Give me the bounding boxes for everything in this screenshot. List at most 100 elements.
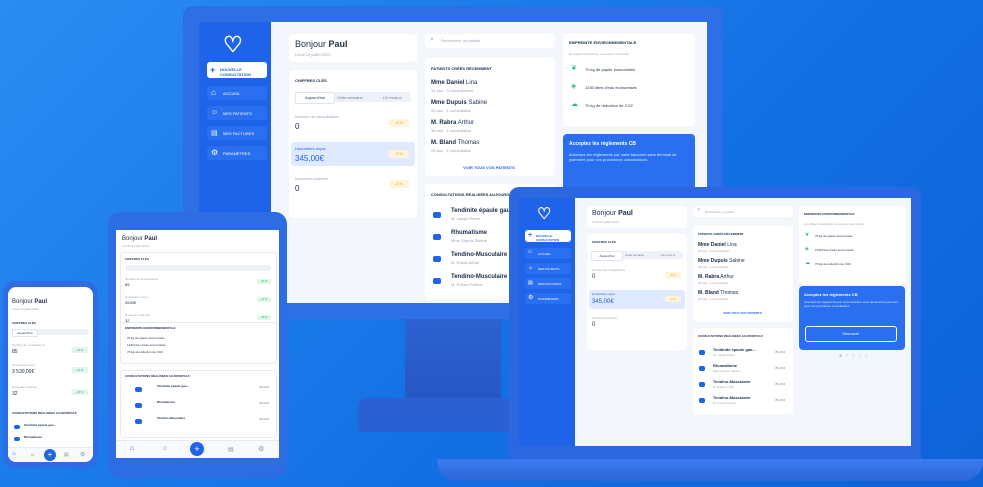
tab-today[interactable]: Aujourd'hui bbox=[12, 329, 38, 337]
stat-badge: +8 % bbox=[72, 347, 88, 353]
key-figures-title: CHIFFRES CLÉS bbox=[295, 78, 327, 83]
patient-item[interactable]: Mme Dupuis Sabine bbox=[431, 100, 487, 106]
plus-icon[interactable]: + bbox=[190, 442, 204, 456]
patient-meta: 38 ans - 1 consultation bbox=[431, 128, 472, 133]
key-figures-card: CHIFFRES CLÉS Aujourd'hui Cette semaine … bbox=[587, 234, 687, 350]
stat-value: 32 bbox=[12, 391, 18, 397]
tablet-bottom-nav: ⌂ ☺ + ▤ ⚙ bbox=[116, 440, 279, 458]
users-icon[interactable]: ☺ bbox=[162, 446, 168, 452]
consultation-icon bbox=[135, 403, 142, 408]
consultation-name[interactable]: Rhumatisme bbox=[451, 230, 487, 236]
recent-patients-title: PATIENTS CRÉÉS RÉCEMMENT bbox=[698, 232, 744, 236]
stat-badge: +8 % bbox=[257, 315, 271, 320]
sidebar-item-patients[interactable]: ☺ MES PATIENTS bbox=[207, 106, 267, 120]
stat-label: Honoraires reçus bbox=[125, 295, 148, 299]
patient-item[interactable]: Mme Daniel Lina bbox=[698, 242, 737, 248]
sidebar-item-patients[interactable]: ☺ MES PATIENTS bbox=[525, 263, 571, 274]
patient-item[interactable]: Mme Daniel Lina bbox=[431, 80, 477, 86]
consultation-name[interactable]: Tendino-Musculaire bbox=[451, 252, 507, 258]
consultation-name[interactable]: Tendino-Musculaire bbox=[451, 274, 507, 280]
patient-meta: 31 ans - 3 consultations bbox=[431, 88, 474, 93]
water-drop-icon: ◈ bbox=[805, 246, 809, 252]
home-icon[interactable]: ⌂ bbox=[130, 445, 134, 452]
key-figures-card: CHIFFRES CLÉS Aujourd'hui Cette semaine … bbox=[289, 70, 417, 218]
consultations-title: CONSULTATIONS RÉALISÉES AUJOURD'HUI bbox=[12, 411, 77, 415]
consultation-name[interactable]: Tendinite épaule gau... bbox=[451, 208, 515, 214]
stat-value: 0 bbox=[592, 274, 596, 280]
patient-item[interactable]: M. Bland Thomas bbox=[698, 290, 738, 296]
consultation-name[interactable]: Tendino-Musculaire bbox=[157, 416, 185, 420]
sidebar-item-home[interactable]: ⌂ ACCUEIL bbox=[207, 86, 267, 100]
consultation-name[interactable]: Rhumatisme bbox=[713, 363, 737, 368]
search-input[interactable]: ⌕ Rechercher un patient bbox=[693, 206, 793, 217]
greeting: Bonjour Paul bbox=[592, 210, 633, 217]
stat-label: Nombre de consultations bbox=[12, 343, 46, 347]
stat-label: Nombre de consultations bbox=[295, 114, 340, 119]
consultations-title: CONSULTATIONS RÉALISÉES AUJOURD'HUI bbox=[125, 374, 190, 378]
search-input[interactable]: ⌕ Rechercher un patient bbox=[425, 34, 555, 48]
leaf-icon: ❦ bbox=[571, 65, 577, 72]
home-icon[interactable]: ⌂ bbox=[12, 451, 16, 457]
sidebar-item-settings[interactable]: ⚙ PARAMÈTRES bbox=[207, 146, 267, 160]
gear-icon: ⚙ bbox=[528, 295, 534, 301]
plus-icon[interactable]: + bbox=[44, 449, 56, 461]
consultation-name[interactable]: Tendino-Musculaire bbox=[713, 395, 750, 400]
consultation-name[interactable]: Rhumatisme bbox=[24, 435, 42, 439]
stat-badge: -4 % bbox=[389, 180, 409, 188]
consultation-name[interactable]: Rhumatisme bbox=[157, 400, 175, 404]
footprint-item: 70 kg de papier économisés bbox=[585, 67, 636, 72]
key-figures-title: CHIFFRES CLÉS bbox=[12, 321, 36, 325]
patient-item[interactable]: Mme Dupuis Sabine bbox=[698, 258, 745, 264]
heart-icon: ♡ bbox=[223, 32, 243, 57]
discover-button[interactable]: Découvrir bbox=[805, 326, 897, 342]
users-icon: ☺ bbox=[528, 265, 534, 271]
tab-month[interactable]: Ce mois-ci bbox=[661, 253, 675, 257]
gear-icon[interactable]: ⚙ bbox=[80, 451, 85, 458]
consultation-name[interactable]: Tendino-Musculaire bbox=[713, 379, 750, 384]
new-consultation-button[interactable]: + NOUVELLE CONSULTATION bbox=[207, 62, 267, 78]
footprint-item: 70 kg de réduction de CO2 bbox=[585, 103, 633, 108]
cb-card-title: Acceptez les règlements CB bbox=[569, 141, 636, 147]
sidebar-item-invoices[interactable]: ▤ MES FACTURES bbox=[207, 126, 267, 140]
new-consultation-button[interactable]: + NOUVELLE CONSULTATION bbox=[525, 230, 571, 242]
carousel-dots[interactable]: ● ○ ○ ○ ○ bbox=[839, 353, 869, 359]
view-all-patients-link[interactable]: VOIR TOUS VOS PATIENTS bbox=[463, 165, 515, 170]
tab-week[interactable]: Cette semaine bbox=[625, 253, 644, 257]
view-all-patients-link[interactable]: VOIR TOUS VOS PATIENTS bbox=[723, 311, 762, 315]
stat-badge: -3 % bbox=[665, 296, 681, 302]
stat-value: 345,00€ bbox=[592, 299, 614, 305]
stat-label: Nouveaux patients bbox=[12, 385, 37, 389]
stat-label: Honoraires reçus bbox=[592, 292, 615, 296]
stat-value: 0 bbox=[592, 322, 596, 328]
consultation-icon bbox=[433, 256, 441, 262]
tab-week[interactable]: Cette semaine bbox=[337, 95, 363, 100]
period-tabs: Aujourd'hui Cette semaine Ce mois-ci bbox=[591, 251, 683, 261]
patient-item[interactable]: M. Rabra Arthur bbox=[431, 120, 474, 126]
footprint-title: EMPREINTE ENVIRONNEMENTALE bbox=[125, 326, 176, 330]
sidebar-item-invoices[interactable]: ▤ MES FACTURES bbox=[525, 278, 571, 289]
consultations-title: CONSULTATIONS RÉALISÉES AUJOURD'HUI bbox=[698, 334, 763, 338]
sidebar-item-settings[interactable]: ⚙ PARAMÈTRES bbox=[525, 293, 571, 304]
invoice-icon[interactable]: ▤ bbox=[228, 446, 234, 453]
patient-meta: 43 ans - 1 consultation bbox=[698, 265, 729, 269]
gear-icon[interactable]: ⚙ bbox=[258, 445, 264, 453]
consultation-name[interactable]: Tendinite épaule gau... bbox=[713, 347, 756, 352]
invoice-icon[interactable]: ▤ bbox=[64, 452, 69, 458]
tab-today[interactable]: Aujourd'hui bbox=[591, 251, 623, 261]
tablet-screen: Bonjour Paul Lundi 13 juillet 2020 CHIFF… bbox=[116, 230, 279, 458]
consultation-name[interactable]: Tendinite épaule gau... bbox=[24, 423, 56, 427]
tab-today[interactable]: Aujourd'hui bbox=[295, 92, 335, 104]
consultation-icon bbox=[135, 419, 142, 424]
patient-meta: 28 ans - 1 consultation bbox=[698, 297, 729, 301]
sidebar-item-home[interactable]: ⌂ ACCUEIL bbox=[525, 248, 571, 259]
consultation-price: 35,00 € bbox=[775, 350, 786, 354]
patient-item[interactable]: M. Rabra Arthur bbox=[698, 274, 734, 280]
tab-month[interactable]: Ce mois-ci bbox=[383, 95, 402, 100]
consultation-name[interactable]: Tendinite épaule gau... bbox=[157, 384, 189, 388]
cloud-icon: ☁ bbox=[805, 260, 810, 266]
users-icon[interactable]: ☺ bbox=[30, 452, 35, 458]
recent-patients-title: PATIENTS CRÉÉS RÉCEMMENT bbox=[431, 66, 492, 71]
stat-label: Nouveaux patients bbox=[592, 316, 617, 320]
patient-item[interactable]: M. Bland Thomas bbox=[431, 140, 479, 146]
consultation-icon bbox=[699, 398, 705, 403]
